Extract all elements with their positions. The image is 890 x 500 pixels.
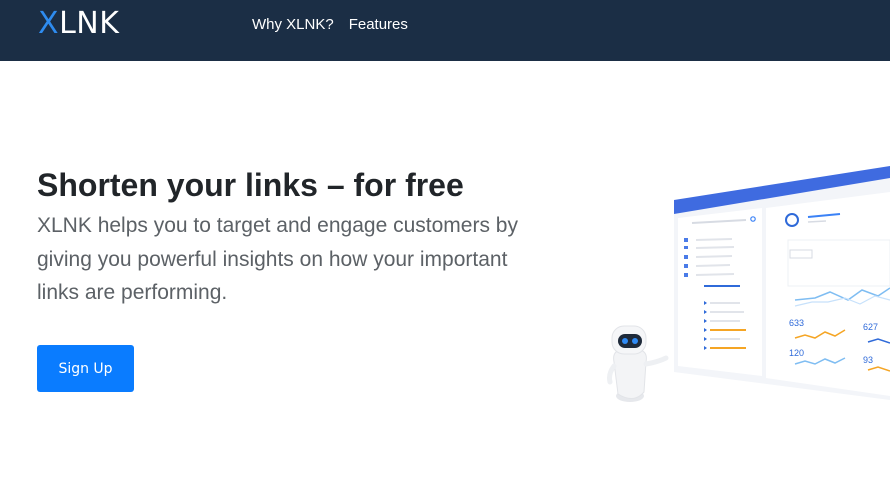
- logo[interactable]: XLNK: [38, 6, 119, 42]
- nav-links: Why XLNK? Features: [252, 16, 408, 34]
- sign-up-button[interactable]: Sign Up: [37, 345, 134, 392]
- stat-627: 627: [863, 322, 878, 332]
- top-navbar: XLNK Why XLNK? Features: [0, 0, 890, 61]
- robot-mascot: [607, 325, 669, 402]
- nav-features[interactable]: Features: [349, 16, 408, 34]
- robot-eye-right: [632, 338, 638, 344]
- stat-120: 120: [789, 348, 804, 358]
- logo-text: LNK: [59, 6, 120, 41]
- stat-633: 633: [789, 318, 804, 328]
- hero-description: XLNK helps you to target and engage cust…: [37, 214, 518, 304]
- logo-x: X: [38, 6, 60, 41]
- stat-93: 93: [863, 355, 873, 365]
- robot-eye-left: [622, 338, 628, 344]
- nav-why-xlnk[interactable]: Why XLNK?: [252, 16, 334, 34]
- hero-title: Shorten your links – for free: [37, 167, 464, 203]
